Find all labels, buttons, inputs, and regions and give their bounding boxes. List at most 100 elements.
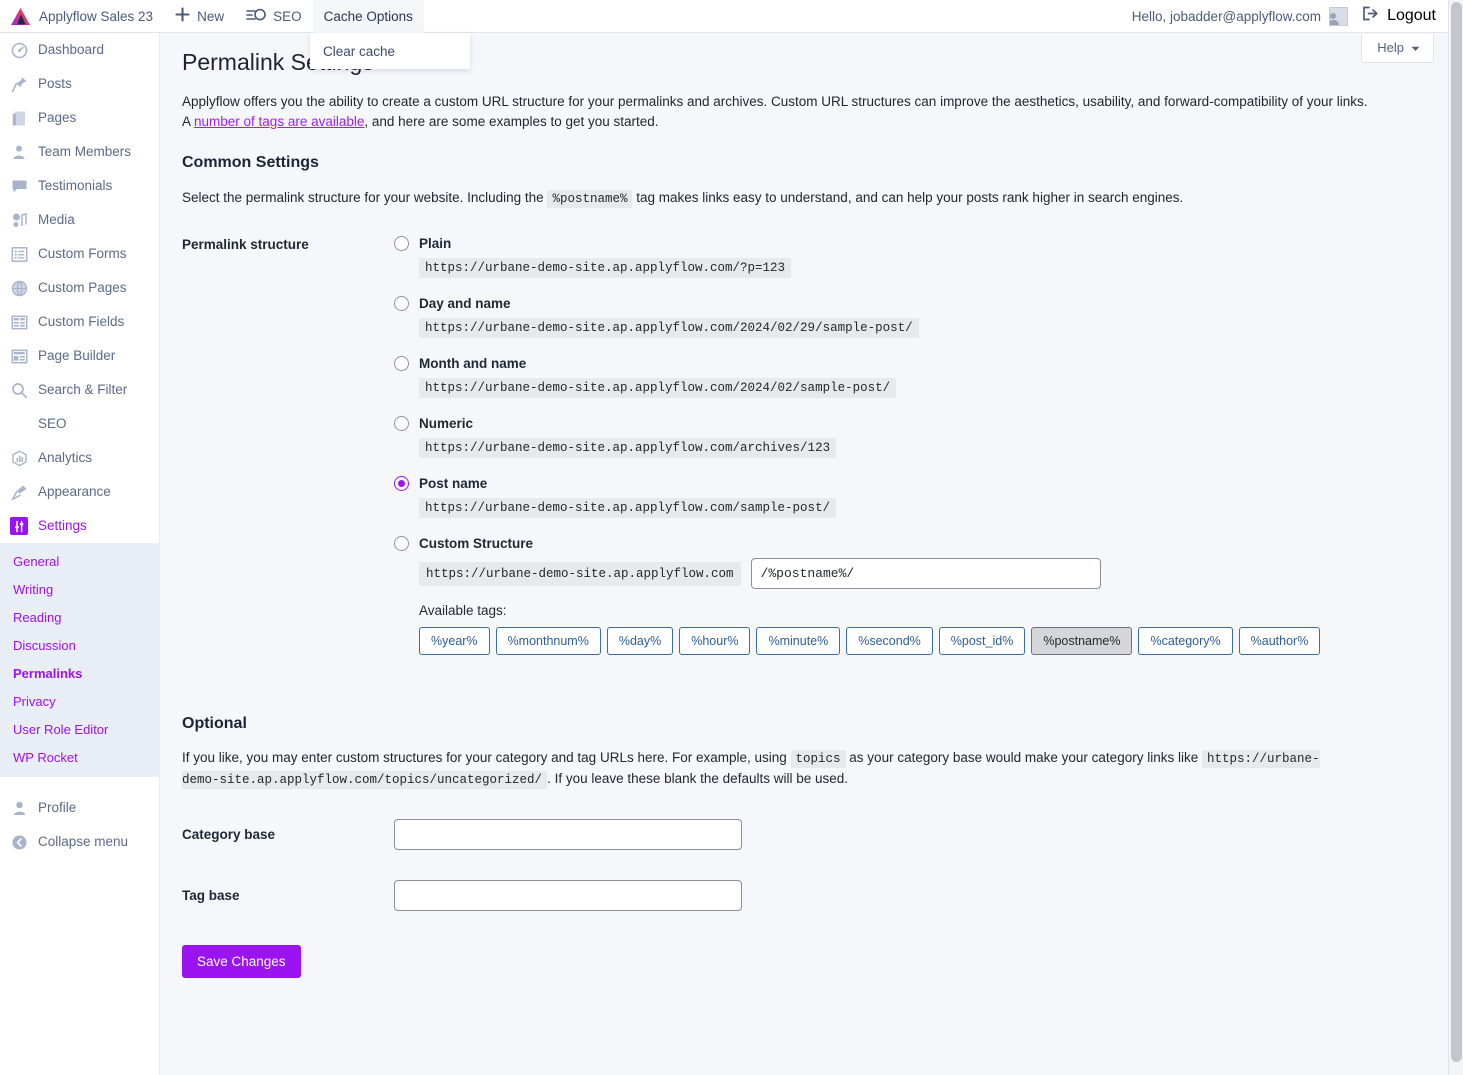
common-settings-heading: Common Settings [182, 153, 319, 171]
tag-button-hour[interactable]: %hour% [679, 627, 751, 656]
option-plain-head[interactable]: Plain [394, 236, 1448, 252]
intro-text-part2: , and here are some examples to get you … [364, 113, 659, 129]
option-custom-structure[interactable]: Custom Structure https://urbane-demo-sit… [394, 536, 1448, 656]
submenu-item-reading[interactable]: Reading [0, 603, 159, 631]
avatar-body [1330, 19, 1339, 25]
sidebar-item-label: Page Builder [38, 348, 116, 364]
sidebar-item-posts[interactable]: Posts [0, 67, 159, 101]
sidebar-item-profile[interactable]: Profile [0, 791, 159, 825]
tag-button-year[interactable]: %year% [419, 627, 490, 656]
tag-button-postname[interactable]: %postname% [1031, 627, 1133, 656]
sidebar-item-collapse-menu[interactable]: Collapse menu [0, 825, 159, 859]
tag-base-input[interactable] [394, 880, 742, 912]
option-label: Month and name [419, 356, 527, 372]
radio-day-and-name[interactable] [394, 296, 409, 312]
common-settings-description: Select the permalink structure for your … [160, 188, 1390, 209]
tag-button-category[interactable]: %category% [1138, 627, 1233, 656]
submenu-item-writing[interactable]: Writing [0, 575, 159, 603]
custom-structure-prefix: https://urbane-demo-site.ap.applyflow.co… [419, 561, 741, 586]
help-button[interactable]: Help [1361, 34, 1434, 63]
clear-cache-item[interactable]: Clear cache [310, 44, 395, 59]
avatar-head [1330, 12, 1337, 19]
sidebar-item-label: Settings [38, 518, 87, 534]
sidebar-item-page-builder[interactable]: Page Builder [0, 339, 159, 373]
option-numeric-head[interactable]: Numeric [394, 416, 1448, 432]
tag-button-day[interactable]: %day% [606, 627, 674, 656]
sidebar-item-custom-forms[interactable]: Custom Forms [0, 237, 159, 271]
sidebar-item-pages[interactable]: Pages [0, 101, 159, 135]
sidebar-item-testimonials[interactable]: Testimonials [0, 169, 159, 203]
option-day-and-name[interactable]: Day and name https://urbane-demo-site.ap… [394, 296, 1448, 339]
option-day-and-name-head[interactable]: Day and name [394, 296, 1448, 312]
option-label: Numeric [419, 416, 474, 432]
option-month-and-name-head[interactable]: Month and name [394, 356, 1448, 372]
submenu-item-user-role-editor[interactable]: User Role Editor [0, 715, 159, 743]
sidebar-item-label: Appearance [38, 484, 111, 500]
sidebar-item-search-filter[interactable]: Search & Filter [0, 373, 159, 407]
speech-bubble-icon [10, 177, 28, 195]
sidebar-item-label: Testimonials [38, 178, 113, 194]
gauge-icon [10, 41, 28, 59]
radio-custom-structure[interactable] [394, 536, 409, 552]
common-desc-part2: tag makes links easy to understand, and … [632, 189, 1184, 205]
seo-button[interactable]: SEO [235, 0, 313, 33]
option-label: Day and name [419, 296, 511, 312]
tag-button-monthnum[interactable]: %monthnum% [495, 627, 601, 656]
tags-available-link[interactable]: number of tags are available [194, 114, 364, 129]
radio-month-and-name[interactable] [394, 356, 409, 372]
radio-plain[interactable] [394, 236, 409, 252]
option-post-name[interactable]: Post name https://urbane-demo-site.ap.ap… [394, 476, 1448, 519]
sidebar-item-media[interactable]: Media [0, 203, 159, 237]
sidebar-item-label: Collapse menu [38, 834, 129, 850]
submenu-item-wp-rocket[interactable]: WP Rocket [0, 743, 159, 771]
submenu-item-discussion[interactable]: Discussion [0, 631, 159, 659]
new-button[interactable]: New [164, 0, 235, 33]
tag-button-second[interactable]: %second% [846, 627, 933, 656]
pin-icon [10, 75, 28, 93]
tag-button-author[interactable]: %author% [1238, 627, 1321, 656]
save-changes-button[interactable]: Save Changes [182, 945, 301, 979]
custom-structure-input[interactable] [750, 558, 1101, 590]
option-label: Plain [419, 236, 452, 252]
applyflow-triangle-logo[interactable] [0, 0, 37, 33]
sliders-icon [246, 7, 266, 25]
cache-options-menu[interactable]: Cache Options [312, 0, 424, 33]
sidebar-item-custom-pages[interactable]: Custom Pages [0, 271, 159, 305]
logo-svg [11, 7, 30, 25]
sidebar-item-analytics[interactable]: Analytics [0, 441, 159, 475]
option-example: https://urbane-demo-site.ap.applyflow.co… [419, 318, 919, 339]
option-month-and-name[interactable]: Month and name https://urbane-demo-site.… [394, 356, 1448, 399]
sidebar-item-team-members[interactable]: Team Members [0, 135, 159, 169]
radio-post-name[interactable] [394, 476, 409, 492]
sidebar-item-appearance[interactable]: Appearance [0, 475, 159, 509]
permalink-structure-label: Permalink structure [182, 237, 309, 253]
category-base-input[interactable] [394, 819, 742, 851]
scrollbar-thumb[interactable] [1451, 2, 1462, 1062]
chart-icon [10, 449, 28, 467]
available-tags-label: Available tags: [419, 603, 507, 619]
submenu-item-privacy[interactable]: Privacy [0, 687, 159, 715]
option-custom-structure-head[interactable]: Custom Structure [394, 536, 1448, 552]
option-plain[interactable]: Plain https://urbane-demo-site.ap.applyf… [394, 236, 1448, 279]
sidebar-item-settings[interactable]: Settings [0, 509, 159, 543]
search-icon [10, 381, 28, 399]
submenu-item-permalinks[interactable]: Permalinks [0, 659, 159, 687]
site-name[interactable]: Applyflow Sales 23 [37, 0, 164, 33]
sidebar-item-dashboard[interactable]: Dashboard [0, 33, 159, 67]
radio-numeric[interactable] [394, 416, 409, 432]
optional-description: If you like, you may enter custom struct… [160, 748, 1365, 789]
user-avatar-icon[interactable] [1329, 6, 1349, 26]
settings-badge [10, 517, 28, 535]
option-label: Custom Structure [419, 536, 534, 552]
option-example: https://urbane-demo-site.ap.applyflow.co… [419, 498, 837, 519]
tag-button-minute[interactable]: %minute% [756, 627, 841, 656]
submenu-item-general[interactable]: General [0, 547, 159, 575]
sidebar-item-seo[interactable]: SEO [0, 407, 159, 441]
optional-part1: If you like, you may enter custom struct… [182, 750, 791, 766]
logout-button[interactable]: Logout [1348, 6, 1436, 26]
tag-button-post-id[interactable]: %post_id% [938, 627, 1026, 656]
option-post-name-head[interactable]: Post name [394, 476, 1448, 492]
sidebar-item-custom-fields[interactable]: Custom Fields [0, 305, 159, 339]
page-scrollbar[interactable] [1448, 0, 1463, 1075]
option-numeric[interactable]: Numeric https://urbane-demo-site.ap.appl… [394, 416, 1448, 459]
